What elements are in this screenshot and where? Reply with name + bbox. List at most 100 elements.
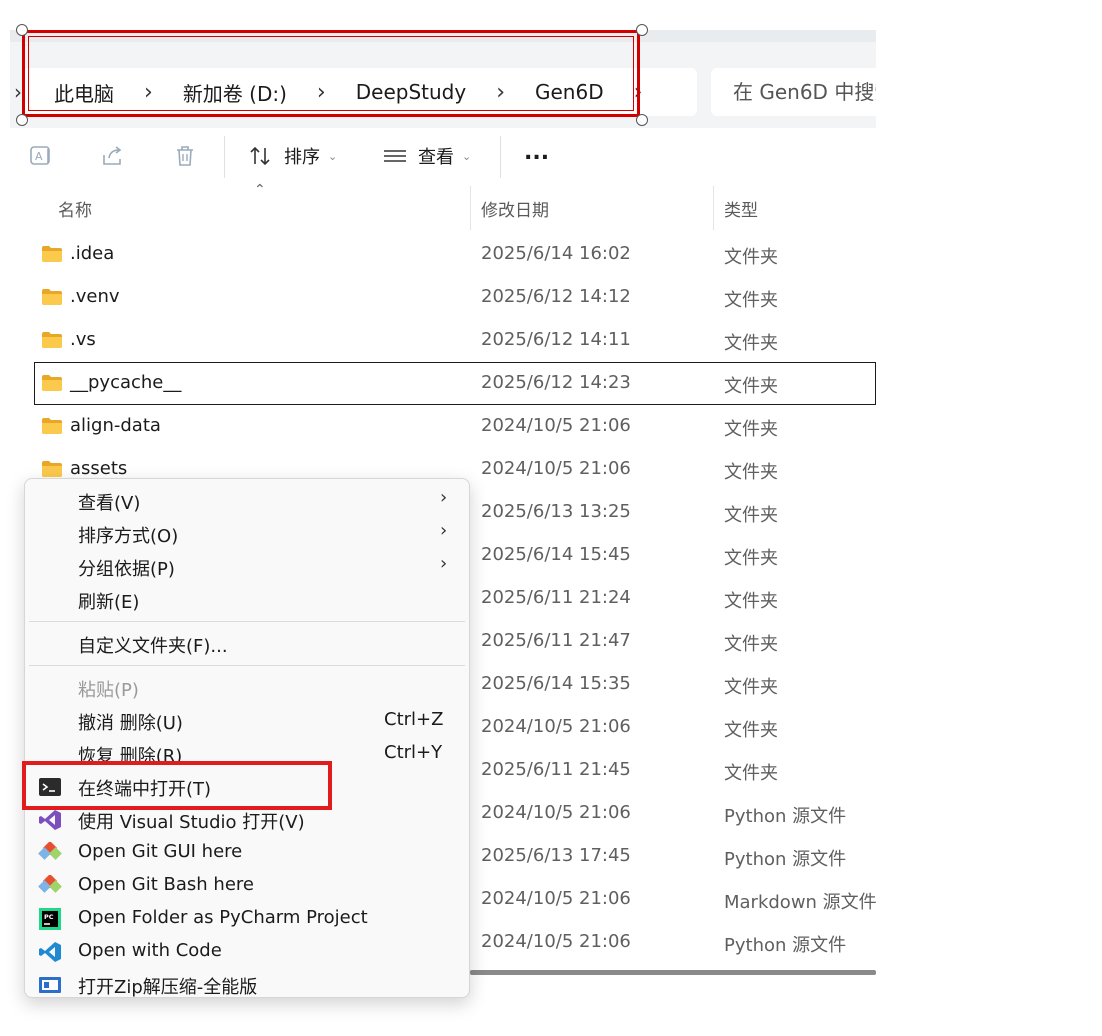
menu-item-open-with-code[interactable]: Open with Code (25, 935, 469, 968)
breadcrumb-item-deepstudy[interactable]: DeepStudy (326, 80, 466, 104)
menu-item-open-git-bash[interactable]: Open Git Bash here (25, 869, 469, 902)
svg-text:A: A (35, 150, 43, 163)
file-type: Python 源文件 (724, 849, 847, 870)
chevron-right-icon: › (440, 520, 448, 541)
more-options-button[interactable]: ... (524, 134, 549, 170)
file-name: __pycache__ (70, 372, 182, 393)
resize-handle (636, 24, 648, 36)
delete-icon[interactable] (170, 141, 200, 171)
context-menu: 查看(V) › 排序方式(O) › 分组依据(P) › 刷新(E) 自定义文件夹… (24, 478, 470, 998)
view-button[interactable]: 查看 ⌄ (382, 138, 471, 174)
file-date: 2024/10/5 21:06 (481, 458, 631, 479)
file-date: 2024/10/5 21:06 (481, 802, 631, 823)
terminal-icon (39, 778, 61, 796)
file-type: Python 源文件 (724, 806, 847, 827)
file-date: 2025/6/12 14:23 (481, 372, 631, 393)
file-date: 2024/10/5 21:06 (481, 716, 631, 737)
folder-icon (41, 288, 63, 310)
file-date: 2024/10/5 21:06 (481, 415, 631, 436)
file-row[interactable]: .vs 2025/6/12 14:11 文件夹 (10, 319, 876, 362)
search-input[interactable]: 在 Gen6D 中搜索 (711, 68, 876, 116)
menu-item-redo-delete[interactable]: 恢复 删除(R) Ctrl+Y (25, 737, 469, 770)
column-header-name[interactable]: 名称 (58, 196, 92, 221)
menu-item-view[interactable]: 查看(V) › (25, 484, 469, 517)
menu-item-refresh[interactable]: 刷新(E) (25, 583, 469, 616)
chevron-right-icon[interactable]: › (466, 80, 505, 105)
column-divider[interactable] (713, 186, 714, 230)
menu-separator (29, 621, 465, 622)
file-row[interactable]: __pycache__ 2025/6/12 14:23 文件夹 (34, 362, 876, 405)
breadcrumb-item-gen6d[interactable]: Gen6D (505, 80, 604, 104)
file-type: 文件夹 (724, 720, 778, 741)
column-header-date[interactable]: 修改日期 (481, 196, 549, 221)
sort-button[interactable]: 排序 ⌄ (248, 138, 337, 174)
file-type: 文件夹 (724, 462, 778, 483)
file-name: assets (70, 458, 128, 479)
file-row[interactable]: .venv 2025/6/12 14:12 文件夹 (10, 276, 876, 319)
file-type: 文件夹 (724, 548, 778, 569)
menu-item-customize-folder[interactable]: 自定义文件夹(F)... (25, 627, 469, 660)
menu-item-open-git-gui[interactable]: Open Git GUI here (25, 836, 469, 869)
chevron-left-icon[interactable]: › (14, 80, 22, 104)
zip-app-icon (39, 977, 61, 993)
folder-icon (41, 245, 63, 267)
horizontal-scrollbar[interactable] (470, 970, 876, 975)
file-date: 2024/10/5 21:06 (481, 931, 631, 952)
file-type: 文件夹 (724, 419, 778, 440)
folder-icon (41, 417, 63, 439)
file-date: 2025/6/14 15:45 (481, 544, 631, 565)
menu-item-open-visual-studio[interactable]: 使用 Visual Studio 打开(V) (25, 803, 469, 836)
file-date: 2025/6/14 16:02 (481, 243, 631, 264)
folder-icon (41, 331, 63, 353)
file-row[interactable]: .idea 2025/6/14 16:02 文件夹 (10, 233, 876, 276)
resize-handle (636, 114, 648, 126)
file-type: 文件夹 (724, 677, 778, 698)
file-date: 2025/6/12 14:11 (481, 329, 631, 350)
menu-item-undo-delete[interactable]: 撤消 删除(U) Ctrl+Z (25, 704, 469, 737)
breadcrumb-item-this-pc[interactable]: 此电脑 (23, 78, 114, 107)
file-row[interactable]: align-data 2024/10/5 21:06 文件夹 (10, 405, 876, 448)
file-type: 文件夹 (724, 290, 778, 311)
file-name: .venv (70, 286, 120, 307)
column-divider[interactable] (470, 186, 471, 230)
svg-text:PC: PC (44, 913, 54, 921)
file-date: 2024/10/5 21:06 (481, 888, 631, 909)
chevron-down-icon: ⌄ (462, 149, 472, 163)
toolbar-divider (500, 136, 501, 178)
share-icon[interactable] (98, 141, 128, 171)
chevron-right-icon[interactable]: › (604, 80, 643, 105)
breadcrumb[interactable]: 此电脑 › 新加卷 (D:) › DeepStudy › Gen6D › (23, 68, 697, 116)
git-gui-icon (38, 842, 62, 860)
file-type: 文件夹 (724, 376, 778, 397)
sort-caret-icon: ⌃ (254, 182, 266, 198)
menu-item-open-zip[interactable]: 打开Zip解压缩-全能版 (25, 968, 469, 997)
sort-icon (250, 146, 270, 166)
rename-icon[interactable]: A (26, 141, 56, 171)
file-date: 2025/6/14 15:35 (481, 673, 631, 694)
file-name: .idea (70, 243, 115, 264)
file-type: 文件夹 (724, 505, 778, 526)
file-date: 2025/6/13 13:25 (481, 501, 631, 522)
file-type: 文件夹 (724, 591, 778, 612)
file-date: 2025/6/11 21:24 (481, 587, 631, 608)
resize-handle (16, 24, 28, 36)
chevron-right-icon[interactable]: › (287, 80, 326, 105)
toolbar-divider (224, 136, 225, 178)
view-label: 查看 (418, 147, 454, 168)
menu-item-group-by[interactable]: 分组依据(P) › (25, 550, 469, 583)
menu-item-open-pycharm[interactable]: PC Open Folder as PyCharm Project (25, 902, 469, 935)
menu-item-open-in-terminal[interactable]: 在终端中打开(T) (25, 770, 469, 803)
address-bar-area: › 此电脑 › 新加卷 (D:) › DeepStudy › Gen6D › 在… (10, 42, 876, 128)
view-list-icon (384, 150, 406, 162)
file-type: Python 源文件 (724, 935, 847, 956)
folder-icon (41, 374, 63, 396)
file-date: 2025/6/13 17:45 (481, 845, 631, 866)
chevron-right-icon: › (440, 487, 448, 508)
sort-label: 排序 (284, 147, 320, 168)
breadcrumb-item-drive[interactable]: 新加卷 (D:) (153, 78, 287, 107)
column-header-type[interactable]: 类型 (724, 196, 758, 221)
chevron-down-icon: ⌄ (328, 149, 338, 163)
menu-item-sort-by[interactable]: 排序方式(O) › (25, 517, 469, 550)
chevron-right-icon[interactable]: › (114, 80, 153, 105)
menu-item-paste: 粘贴(P) (78, 680, 139, 701)
